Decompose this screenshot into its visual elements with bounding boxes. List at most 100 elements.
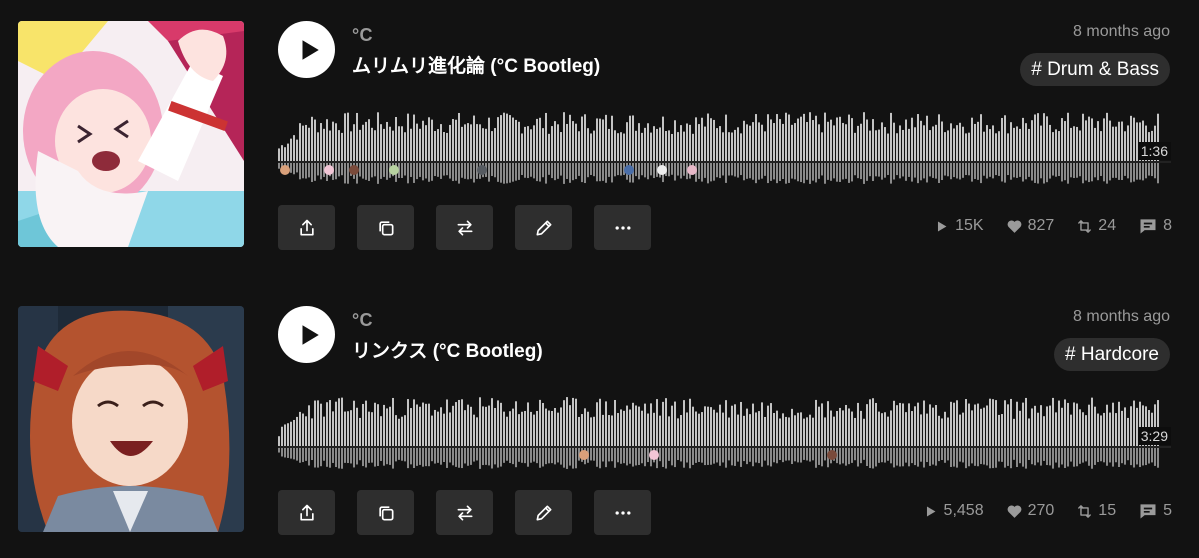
play-button[interactable] bbox=[278, 306, 335, 363]
repost-button[interactable] bbox=[436, 490, 493, 535]
waveform-bar bbox=[332, 121, 334, 162]
play-button[interactable] bbox=[278, 21, 335, 78]
waveform-reflection-bar bbox=[1013, 163, 1015, 178]
waveform-bar bbox=[296, 416, 298, 447]
waveform-reflection-bar bbox=[974, 448, 976, 466]
waveform-reflection-bar bbox=[878, 448, 880, 463]
waveform-bar bbox=[920, 120, 922, 162]
waveform-bars[interactable] bbox=[278, 385, 1171, 475]
waveform-bar bbox=[965, 399, 967, 447]
waveform-bar bbox=[395, 415, 397, 447]
upload-time: 8 months ago bbox=[1073, 23, 1170, 40]
waveform-reflection-bar bbox=[347, 163, 349, 184]
track-artist[interactable]: °C bbox=[352, 25, 373, 46]
waveform-reflection-bar bbox=[368, 448, 370, 463]
comment-avatar[interactable] bbox=[827, 450, 837, 460]
waveform-reflection-bar bbox=[674, 163, 676, 181]
waveform-bar bbox=[455, 402, 457, 447]
waveform-reflection-bar bbox=[848, 448, 850, 465]
comment-avatar[interactable] bbox=[280, 165, 290, 175]
waveform-bar bbox=[650, 132, 652, 162]
waveform-reflection-bar bbox=[791, 163, 793, 179]
like-count[interactable]: 270 bbox=[1006, 502, 1054, 520]
waveform-reflection-bar bbox=[710, 163, 712, 182]
edit-button[interactable] bbox=[515, 490, 572, 535]
comment-avatar[interactable] bbox=[349, 165, 359, 175]
waveform-reflection-bar bbox=[335, 163, 337, 180]
waveform-bar bbox=[530, 411, 532, 447]
repost-button[interactable] bbox=[436, 205, 493, 250]
copy-link-button[interactable] bbox=[357, 490, 414, 535]
repost-count[interactable]: 24 bbox=[1076, 217, 1116, 235]
track-title[interactable]: リンクス (°C Bootleg) bbox=[352, 336, 543, 363]
track-title[interactable]: ムリムリ進化論 (°C Bootleg) bbox=[352, 51, 600, 78]
track-artist[interactable]: °C bbox=[352, 310, 373, 331]
comment-count[interactable]: 5 bbox=[1138, 501, 1172, 521]
waveform-bar bbox=[347, 411, 349, 447]
waveform-reflection-bar bbox=[1073, 448, 1075, 467]
waveform-reflection-bar bbox=[554, 163, 556, 181]
waveform-bar bbox=[962, 126, 964, 162]
waveform-bar bbox=[320, 403, 322, 447]
like-count[interactable]: 827 bbox=[1006, 217, 1054, 235]
waveform-bar bbox=[686, 123, 688, 162]
more-button[interactable] bbox=[594, 205, 651, 250]
waveform-reflection-bar bbox=[1136, 163, 1138, 180]
waveform-reflection-bar bbox=[434, 448, 436, 464]
waveform-bar bbox=[338, 130, 340, 162]
waveform[interactable]: 1:36 bbox=[278, 100, 1171, 190]
waveform-reflection-bar bbox=[410, 448, 412, 465]
waveform-bar bbox=[926, 115, 928, 162]
waveform-bar bbox=[890, 410, 892, 447]
waveform-reflection-bar bbox=[320, 448, 322, 467]
more-button[interactable] bbox=[594, 490, 651, 535]
waveform-bar bbox=[917, 402, 919, 447]
waveform-bar bbox=[863, 112, 865, 162]
waveform-bar bbox=[995, 133, 997, 162]
comment-avatar[interactable] bbox=[324, 165, 334, 175]
waveform-bar bbox=[692, 406, 694, 447]
edit-button[interactable] bbox=[515, 205, 572, 250]
comment-avatar[interactable] bbox=[579, 450, 589, 460]
share-button[interactable] bbox=[278, 490, 335, 535]
waveform-bar bbox=[998, 414, 1000, 447]
share-button[interactable] bbox=[278, 205, 335, 250]
waveform-reflection-bar bbox=[596, 163, 598, 182]
genre-tag[interactable]: # Hardcore bbox=[1054, 338, 1170, 371]
track-artwork[interactable] bbox=[18, 21, 244, 247]
comment-count[interactable]: 8 bbox=[1138, 216, 1172, 236]
comment-avatar[interactable] bbox=[687, 165, 697, 175]
waveform-bar bbox=[653, 412, 655, 447]
waveform-bar bbox=[413, 114, 415, 162]
comment-avatar[interactable] bbox=[657, 165, 667, 175]
waveform-reflection-bar bbox=[962, 163, 964, 178]
repost-count[interactable]: 15 bbox=[1076, 502, 1116, 520]
waveform-bar bbox=[971, 117, 973, 162]
waveform-reflection-bar bbox=[632, 448, 634, 467]
waveform-bar bbox=[587, 411, 589, 447]
comment-avatar[interactable] bbox=[624, 165, 634, 175]
waveform-bars[interactable] bbox=[278, 100, 1171, 190]
waveform-bar bbox=[554, 121, 556, 162]
waveform-bar bbox=[791, 124, 793, 162]
waveform-bar bbox=[629, 115, 631, 162]
waveform-bar bbox=[764, 416, 766, 447]
waveform-reflection-bar bbox=[647, 448, 649, 463]
waveform-bar bbox=[1046, 116, 1048, 162]
waveform-reflection-bar bbox=[1079, 448, 1081, 464]
waveform-reflection-bar bbox=[1049, 163, 1051, 179]
waveform-reflection-bar bbox=[995, 163, 997, 176]
comment-avatar[interactable] bbox=[477, 165, 487, 175]
waveform-reflection-bar bbox=[647, 163, 649, 180]
copy-link-button[interactable] bbox=[357, 205, 414, 250]
waveform[interactable]: 3:29 bbox=[278, 385, 1171, 475]
waveform-reflection-bar bbox=[761, 163, 763, 179]
waveform-bar bbox=[947, 130, 949, 162]
comment-avatar[interactable] bbox=[389, 165, 399, 175]
waveform-bar bbox=[1046, 406, 1048, 447]
waveform-reflection-bar bbox=[1007, 448, 1009, 466]
track-artwork[interactable] bbox=[18, 306, 244, 532]
comment-avatar[interactable] bbox=[649, 450, 659, 460]
waveform-reflection-bar bbox=[1046, 448, 1048, 466]
genre-tag[interactable]: # Drum & Bass bbox=[1020, 53, 1170, 86]
